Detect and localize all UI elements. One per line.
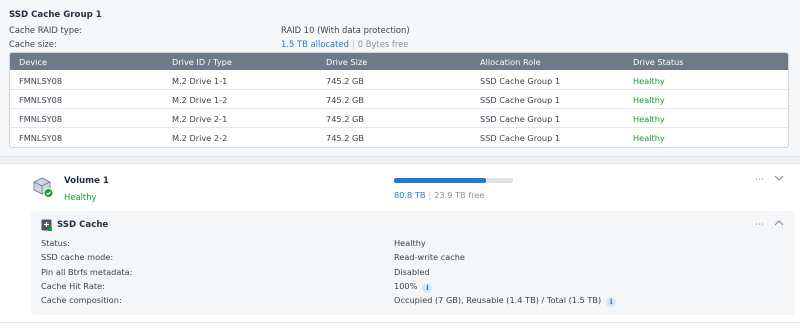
cell-allocation-role: SSD Cache Group 1 xyxy=(480,133,561,143)
info-icon[interactable]: i xyxy=(606,297,617,307)
cache-raid-type-value: RAID 10 (With data protection) xyxy=(281,25,410,35)
cell-drive-id: M.2 Drive 2-1 xyxy=(172,114,228,124)
volume-used: 80.8 TB xyxy=(394,190,426,200)
cell-drive-status: Healthy xyxy=(633,76,665,86)
cell-device: FMNLSY08 xyxy=(19,76,63,86)
cache-composition-text: Occupied (7 GB), Reusable (1.4 TB) / Tot… xyxy=(394,295,602,305)
cell-device: FMNLSY08 xyxy=(19,95,63,105)
cache-size-value: 1.5 TB allocated | 0 Bytes free xyxy=(281,39,408,49)
ssd-cache-group-title: SSD Cache Group 1 xyxy=(9,10,102,20)
cache-composition-label: Cache composition: xyxy=(41,295,122,305)
ssd-cache-icon xyxy=(41,219,52,231)
cell-drive-status: Healthy xyxy=(633,114,665,124)
chevron-up-icon[interactable] xyxy=(772,219,786,231)
cell-drive-size: 745.2 GB xyxy=(326,95,365,105)
cache-status-value: Healthy xyxy=(394,238,426,248)
volume-usage-bar xyxy=(394,178,513,183)
cache-composition-value: Occupied (7 GB), Reusable (1.4 TB) / Tot… xyxy=(394,295,617,307)
cell-drive-size: 745.2 GB xyxy=(326,76,365,86)
section-divider xyxy=(0,156,800,164)
table-row[interactable]: FMNLSY08 M.2 Drive 2-1 745.2 GB SSD Cach… xyxy=(10,109,788,128)
table-row[interactable]: FMNLSY08 M.2 Drive 1-2 745.2 GB SSD Cach… xyxy=(10,90,788,109)
volume-cube-icon xyxy=(33,177,54,198)
bottom-divider xyxy=(0,322,800,323)
cell-allocation-role: SSD Cache Group 1 xyxy=(480,114,561,124)
volume-status: Healthy xyxy=(64,192,97,202)
cell-device: FMNLSY08 xyxy=(19,114,63,124)
column-header-drive-status[interactable]: Drive Status xyxy=(633,57,684,67)
cache-free: 0 Bytes free xyxy=(357,39,409,49)
pin-metadata-label: Pin all Btrfs metadata: xyxy=(41,267,133,277)
cell-drive-status: Healthy xyxy=(633,133,665,143)
cell-drive-id: M.2 Drive 1-1 xyxy=(172,76,228,86)
column-header-device[interactable]: Device xyxy=(19,57,47,67)
ellipsis-icon[interactable]: ⋯ xyxy=(753,219,767,231)
cache-hit-rate-label: Cache Hit Rate: xyxy=(41,281,105,291)
table-header-row: Device Drive ID / Type Drive Size Alloca… xyxy=(10,53,788,70)
cell-drive-id: M.2 Drive 2-2 xyxy=(172,133,228,143)
cache-hit-rate-text: 100% xyxy=(394,281,418,291)
cell-drive-status: Healthy xyxy=(633,95,665,105)
ssd-cache-title: SSD Cache xyxy=(57,220,109,230)
cache-allocated: 1.5 TB allocated xyxy=(281,39,349,49)
cell-allocation-role: SSD Cache Group 1 xyxy=(480,76,561,86)
table-row[interactable]: FMNLSY08 M.2 Drive 1-1 745.2 GB SSD Cach… xyxy=(10,71,788,90)
cache-raid-type-label: Cache RAID type: xyxy=(9,25,83,35)
volume-usage-text: 80.8 TB | 23.9 TB free xyxy=(394,190,484,200)
cache-status-label: Status: xyxy=(41,238,70,248)
cache-hit-rate-value: 100% i xyxy=(394,281,433,293)
separator: | xyxy=(428,190,432,200)
pin-metadata-value: Disabled xyxy=(394,267,430,277)
ellipsis-icon[interactable]: ⋯ xyxy=(753,174,767,186)
cache-mode-value: Read-write cache xyxy=(394,252,465,262)
cell-drive-id: M.2 Drive 1-2 xyxy=(172,95,228,105)
chevron-down-icon[interactable] xyxy=(772,174,786,186)
column-header-drive-id[interactable]: Drive ID / Type xyxy=(172,57,232,67)
drive-table: Device Drive ID / Type Drive Size Alloca… xyxy=(9,52,789,148)
separator: | xyxy=(351,39,355,49)
column-header-drive-size[interactable]: Drive Size xyxy=(326,57,367,67)
cache-size-label: Cache size: xyxy=(9,39,57,49)
cell-device: FMNLSY08 xyxy=(19,133,63,143)
volume-title[interactable]: Volume 1 xyxy=(64,176,109,186)
volume-usage-fill xyxy=(394,178,486,183)
table-row[interactable]: FMNLSY08 M.2 Drive 2-2 745.2 GB SSD Cach… xyxy=(10,128,788,147)
column-header-allocation-role[interactable]: Allocation Role xyxy=(480,57,541,67)
cell-drive-size: 745.2 GB xyxy=(326,114,365,124)
cell-drive-size: 745.2 GB xyxy=(326,133,365,143)
cache-mode-label: SSD cache mode: xyxy=(41,252,114,262)
volume-free: 23.9 TB free xyxy=(434,190,485,200)
cell-allocation-role: SSD Cache Group 1 xyxy=(480,95,561,105)
info-icon[interactable]: i xyxy=(422,283,433,293)
